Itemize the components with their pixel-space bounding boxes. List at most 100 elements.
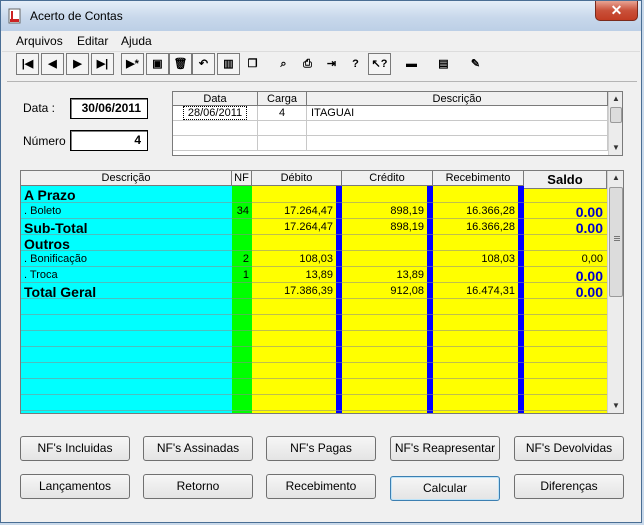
row-recebimento[interactable]: 16.366,28 xyxy=(433,219,515,235)
scroll-up-icon[interactable]: ▲ xyxy=(609,92,622,106)
undo-button[interactable]: ↶ xyxy=(192,53,215,75)
date-field[interactable]: 30/06/2011 xyxy=(70,98,148,119)
row-nf[interactable]: 1 xyxy=(232,267,249,283)
row-saldo[interactable]: 0.00 xyxy=(524,268,603,284)
loads-header-carga[interactable]: Carga xyxy=(258,92,307,106)
notes-button[interactable]: ▤ xyxy=(432,53,455,75)
summary-grid[interactable]: Descrição NF Débito Crédito Recebimento … xyxy=(20,170,624,414)
menu-ajuda[interactable]: Ajuda xyxy=(121,34,152,48)
row-saldo[interactable]: 0,00 xyxy=(524,251,603,267)
lancamentos-button[interactable]: Lançamentos xyxy=(20,474,130,499)
row-debito[interactable]: 17.264,47 xyxy=(252,203,333,219)
new-record-button[interactable]: ▶* xyxy=(121,53,144,75)
next-record-button[interactable]: ▶ xyxy=(66,53,89,75)
row-debito[interactable]: 17.264,47 xyxy=(252,219,333,235)
header-credito[interactable]: Crédito xyxy=(342,171,433,186)
loads-cell-descricao[interactable]: ITAGUAI xyxy=(307,106,608,121)
books-button[interactable]: ▥ xyxy=(217,53,240,75)
help-button[interactable]: ? xyxy=(344,53,367,75)
row-debito[interactable]: 17.386,39 xyxy=(252,283,333,299)
scroll-thumb[interactable] xyxy=(609,187,623,297)
row-descricao[interactable]: Total Geral xyxy=(24,284,96,300)
menu-editar[interactable]: Editar xyxy=(77,34,108,48)
menu-arquivos[interactable]: Arquivos xyxy=(16,34,63,48)
row-saldo[interactable]: 0.00 xyxy=(524,284,603,300)
loads-header-descricao[interactable]: Descrição xyxy=(307,92,608,106)
keyboard-button[interactable]: ▬ xyxy=(400,53,423,75)
last-record-button[interactable]: ▶| xyxy=(91,53,114,75)
row-descricao[interactable]: . Boleto xyxy=(24,203,61,219)
loads-empty-cell[interactable] xyxy=(173,136,258,151)
header-debito[interactable]: Débito xyxy=(252,171,342,186)
row-separator xyxy=(21,330,607,331)
header-descricao[interactable]: Descrição xyxy=(21,171,232,186)
copy-button[interactable]: ❐ xyxy=(241,53,264,75)
retorno-button[interactable]: Retorno xyxy=(143,474,253,499)
row-saldo[interactable]: 0.00 xyxy=(524,204,603,220)
window-title: Acerto de Contas xyxy=(30,9,123,23)
exit-door-button[interactable]: ⇥ xyxy=(320,53,343,75)
nfs-pagas-button[interactable]: NF's Pagas xyxy=(266,436,376,461)
row-recebimento[interactable]: 108,03 xyxy=(433,251,515,267)
scroll-up-icon[interactable]: ▲ xyxy=(608,171,623,185)
scroll-thumb[interactable] xyxy=(610,107,622,123)
trash-icon: 🗑 xyxy=(173,58,188,70)
prev-record-button[interactable]: ◀ xyxy=(41,53,64,75)
loads-empty-cell[interactable] xyxy=(258,136,307,151)
notebook-icon: ▤ xyxy=(438,58,449,70)
row-descricao[interactable]: . Troca xyxy=(24,267,58,283)
loads-header-data[interactable]: Data xyxy=(173,92,258,106)
nfs-devolvidas-button[interactable]: NF's Devolvidas xyxy=(514,436,624,461)
row-credito[interactable]: 912,08 xyxy=(342,283,424,299)
close-button[interactable]: ✕ xyxy=(595,1,638,21)
row-nf[interactable]: 2 xyxy=(232,251,249,267)
loads-empty-cell[interactable] xyxy=(258,121,307,136)
loads-cell-carga[interactable]: 4 xyxy=(258,106,307,121)
find-button[interactable]: ⌕ xyxy=(272,53,295,75)
title-bar[interactable]: Acerto de Contas ✕ xyxy=(1,1,641,31)
row-recebimento[interactable]: 16.474,31 xyxy=(433,283,515,299)
number-field[interactable]: 4 xyxy=(70,130,148,151)
new-record-icon: ▶* xyxy=(126,58,139,70)
summary-scrollbar[interactable]: ▲ ▼ xyxy=(607,171,623,413)
row-recebimento[interactable]: 16.366,28 xyxy=(433,203,515,219)
row-descricao[interactable]: Sub-Total xyxy=(24,220,88,236)
nfs-incluidas-button[interactable]: NF's Incluidas xyxy=(20,436,130,461)
loads-grid[interactable]: Data Carga Descrição 28/06/2011 4 ITAGUA… xyxy=(172,91,623,156)
header-nf[interactable]: NF xyxy=(232,171,252,186)
row-descricao[interactable]: Outros xyxy=(24,236,70,252)
row-saldo[interactable]: 0.00 xyxy=(524,220,603,236)
loads-cell-data-text: 28/06/2011 xyxy=(182,106,248,120)
diferencas-button[interactable]: Diferenças xyxy=(514,474,624,499)
nfs-reapresentar-button[interactable]: NF's Reapresentar xyxy=(390,436,500,461)
row-separator xyxy=(21,346,607,347)
calcular-button[interactable]: Calcular xyxy=(390,476,500,501)
row-credito[interactable]: 13,89 xyxy=(342,267,424,283)
recebimento-button[interactable]: Recebimento xyxy=(266,474,376,499)
row-nf[interactable]: 34 xyxy=(232,203,249,219)
row-descricao[interactable]: A Prazo xyxy=(24,187,76,203)
printer-icon: ⎙ xyxy=(303,58,312,70)
header-recebimento[interactable]: Recebimento xyxy=(433,171,524,186)
loads-empty-cell[interactable] xyxy=(307,136,608,151)
row-debito[interactable]: 13,89 xyxy=(252,267,333,283)
nfs-assinadas-button[interactable]: NF's Assinadas xyxy=(143,436,253,461)
save-button[interactable]: ▣ xyxy=(146,53,169,75)
row-debito[interactable]: 108,03 xyxy=(252,251,333,267)
header-saldo[interactable]: Saldo xyxy=(524,171,607,189)
loads-empty-cell[interactable] xyxy=(173,121,258,136)
print-button[interactable]: ⎙ xyxy=(296,53,319,75)
row-credito[interactable]: 898,19 xyxy=(342,203,424,219)
delete-button[interactable]: 🗑 xyxy=(169,53,192,75)
tools-button[interactable]: ✎ xyxy=(464,53,487,75)
row-descricao[interactable]: . Bonificação xyxy=(24,251,87,267)
first-record-button[interactable]: |◀ xyxy=(16,53,39,75)
loads-empty-cell[interactable] xyxy=(307,121,608,136)
row-credito[interactable]: 898,19 xyxy=(342,219,424,235)
scroll-down-icon[interactable]: ▼ xyxy=(608,399,623,413)
context-help-button[interactable]: ↖? xyxy=(368,53,391,75)
scroll-down-icon[interactable]: ▼ xyxy=(609,141,622,155)
loads-cell-data[interactable]: 28/06/2011 xyxy=(173,106,258,121)
main-window: Acerto de Contas ✕ Arquivos Editar Ajuda… xyxy=(0,0,642,523)
loads-scrollbar[interactable]: ▲ ▼ xyxy=(608,92,622,155)
